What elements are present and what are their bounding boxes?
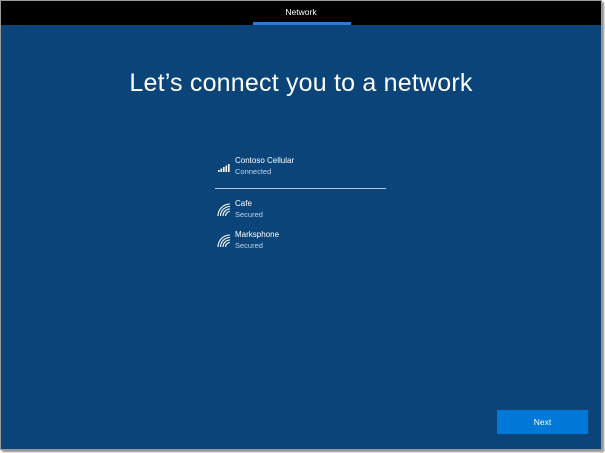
network-item-cafe[interactable]: Cafe Secured bbox=[215, 199, 386, 225]
wifi-icon bbox=[217, 234, 231, 248]
wifi-icon bbox=[217, 203, 231, 217]
network-status: Secured bbox=[235, 241, 263, 250]
page-title: Let’s connect you to a network bbox=[129, 69, 473, 97]
window-title: Network bbox=[285, 7, 317, 17]
title-underline bbox=[253, 22, 351, 25]
next-button[interactable]: Next bbox=[497, 410, 588, 434]
network-divider bbox=[215, 188, 386, 189]
network-item-contoso-cellular[interactable]: Contoso Cellular Connected bbox=[215, 156, 386, 182]
network-name: Marksphone bbox=[235, 230, 280, 239]
network-status: Connected bbox=[235, 167, 272, 176]
network-name: Cafe bbox=[235, 199, 252, 208]
cellular-signal-icon bbox=[217, 160, 231, 174]
setup-window: Network Let’s connect you to a network C… bbox=[0, 0, 602, 450]
network-status: Secured bbox=[235, 210, 263, 219]
network-name: Contoso Cellular bbox=[235, 156, 295, 165]
top-bar: Network bbox=[1, 1, 601, 25]
network-list: Contoso Cellular Connected Cafe Secured bbox=[215, 156, 386, 261]
network-item-marksphone[interactable]: Marksphone Secured bbox=[215, 230, 386, 256]
